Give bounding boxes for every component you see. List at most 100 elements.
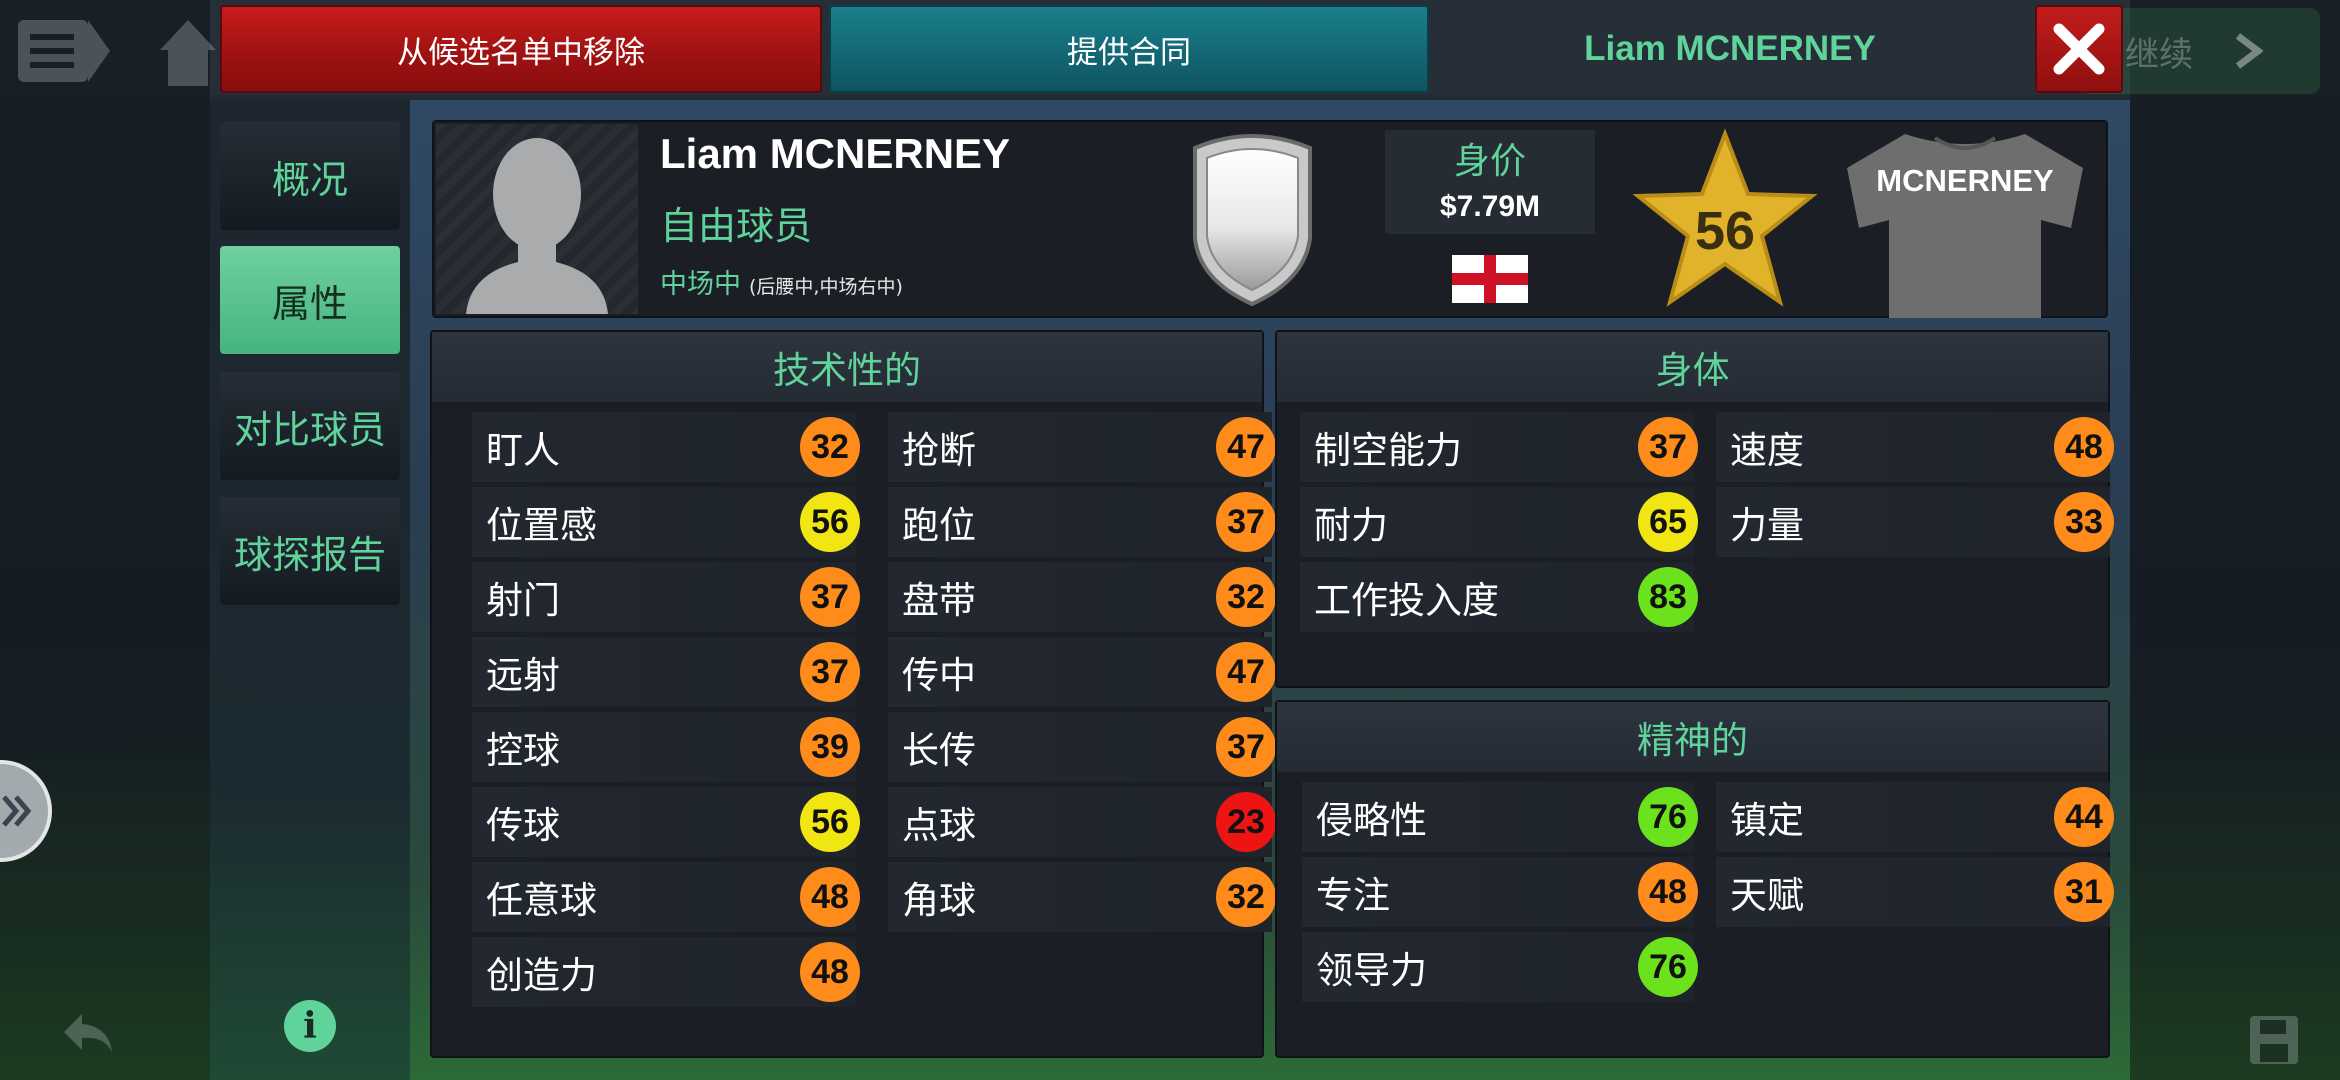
attribute-value-badge: 56 [800,792,860,852]
player-status: 自由球员 [660,204,813,248]
attribute-value-badge: 47 [1216,642,1276,702]
attribute-label: 位置感 [486,504,597,547]
double-chevron-right-icon [2,795,32,827]
attribute-value-badge: 48 [1638,862,1698,922]
technical-title: 技术性的 [773,349,921,392]
attribute-label: 盯人 [486,429,560,472]
attribute-label: 角球 [902,879,976,922]
back-arrow-icon [64,1014,112,1052]
info-button[interactable]: i [284,1000,336,1052]
attribute-row: 抢断 47 [888,412,1276,482]
home-icon [160,20,216,86]
tab-overview[interactable]: 概况 [220,122,400,230]
value-amount: $7.79M [1439,190,1541,223]
header-player-name: Liam MCNERNEY [1584,29,1876,68]
attribute-label: 速度 [1730,429,1804,472]
remove-from-shortlist-label: 从候选名单中移除 [397,34,645,71]
physical-header: 身体 [1277,332,2108,402]
attribute-row: 传中 47 [888,637,1276,707]
attribute-value-badge: 48 [800,942,860,1002]
menu-icon [18,20,110,82]
continue-label: 继续 [2125,34,2193,75]
player-rating: 56 [1694,201,1756,261]
mental-header: 精神的 [1277,702,2108,772]
attribute-value-badge: 32 [800,417,860,477]
attribute-row: 角球 32 [888,862,1276,932]
attribute-row: 创造力 48 [472,937,860,1007]
club-badge-icon [1193,134,1312,307]
tab-attributes-label: 属性 [271,281,348,326]
attribute-label: 任意球 [486,879,597,922]
player-position: 中场中 (后腰中,中场右中) [660,262,903,301]
close-button[interactable] [2035,5,2123,93]
attribute-value-badge: 48 [800,867,860,927]
attribute-label: 传中 [902,654,976,697]
attribute-row: 传球 56 [472,787,860,857]
mental-title: 精神的 [1637,719,1748,762]
attribute-value-badge: 44 [2054,787,2114,847]
offer-contract-button[interactable]: 提供合同 [829,5,1429,93]
attribute-row: 速度 48 [1716,412,2114,482]
attribute-label: 抢断 [902,429,976,472]
tab-overview-label: 概况 [271,157,348,202]
player-portrait [436,124,638,314]
attribute-label: 长传 [902,729,976,772]
attribute-value-badge: 37 [1216,717,1276,777]
england-flag-icon [1452,255,1528,303]
attribute-row: 专注 48 [1302,857,1698,927]
attribute-value-badge: 37 [800,567,860,627]
tab-scout-report-label: 球探报告 [233,532,386,577]
attribute-row: 侵略性 76 [1302,782,1698,852]
attribute-row: 制空能力 37 [1300,412,1698,482]
tab-compare-players[interactable]: 对比球员 [220,372,400,480]
shirt-icon [1847,134,2083,318]
attribute-label: 工作投入度 [1314,579,1499,622]
attribute-row: 控球 39 [472,712,860,782]
technical-header: 技术性的 [432,332,1262,402]
shirt-name: MCNERNEY [1876,163,2054,198]
attribute-label: 点球 [902,804,976,847]
attribute-label: 耐力 [1314,504,1388,547]
attribute-label: 创造力 [486,954,597,997]
background-left-dim [0,0,210,1080]
remove-from-shortlist-button[interactable]: 从候选名单中移除 [220,5,822,93]
attribute-label: 传球 [486,804,560,847]
chevron-right-icon [2235,33,2263,69]
attribute-value-badge: 31 [2054,862,2114,922]
attribute-row: 力量 33 [1716,487,2114,557]
attribute-row: 点球 23 [888,787,1276,857]
save-icon [2250,1016,2298,1064]
attribute-label: 远射 [486,654,560,697]
tab-compare-players-label: 对比球员 [233,407,386,452]
attribute-label: 侵略性 [1316,799,1427,842]
attribute-value-badge: 37 [800,642,860,702]
attribute-row: 盯人 32 [472,412,860,482]
attribute-label: 天赋 [1730,874,1804,917]
attribute-value-badge: 56 [800,492,860,552]
attribute-value-badge: 65 [1638,492,1698,552]
attribute-row: 长传 37 [888,712,1276,782]
attribute-value-badge: 83 [1638,567,1698,627]
player-silhouette-icon [466,138,608,314]
tab-attributes[interactable]: 属性 [220,246,400,354]
attribute-row: 镇定 44 [1716,782,2114,852]
attribute-label: 力量 [1730,504,1804,547]
attribute-label: 专注 [1316,874,1390,917]
attribute-row: 跑位 37 [888,487,1276,557]
attribute-label: 跑位 [902,504,976,547]
attribute-row: 盘带 32 [888,562,1276,632]
attribute-row: 射门 37 [472,562,860,632]
attribute-row: 远射 37 [472,637,860,707]
attribute-value-badge: 48 [2054,417,2114,477]
value-label: 身价 [1453,141,1526,182]
tab-scout-report[interactable]: 球探报告 [220,497,400,605]
attribute-row: 领导力 76 [1302,932,1698,1002]
player-name: Liam MCNERNEY [660,130,1011,177]
player-position-alt: (后腰中,中场右中) [749,276,903,298]
attribute-row: 耐力 65 [1300,487,1698,557]
attribute-label: 制空能力 [1314,429,1462,472]
attribute-label: 控球 [486,729,560,772]
attribute-label: 盘带 [902,579,976,622]
offer-contract-label: 提供合同 [1067,34,1191,71]
attribute-value-badge: 37 [1638,417,1698,477]
